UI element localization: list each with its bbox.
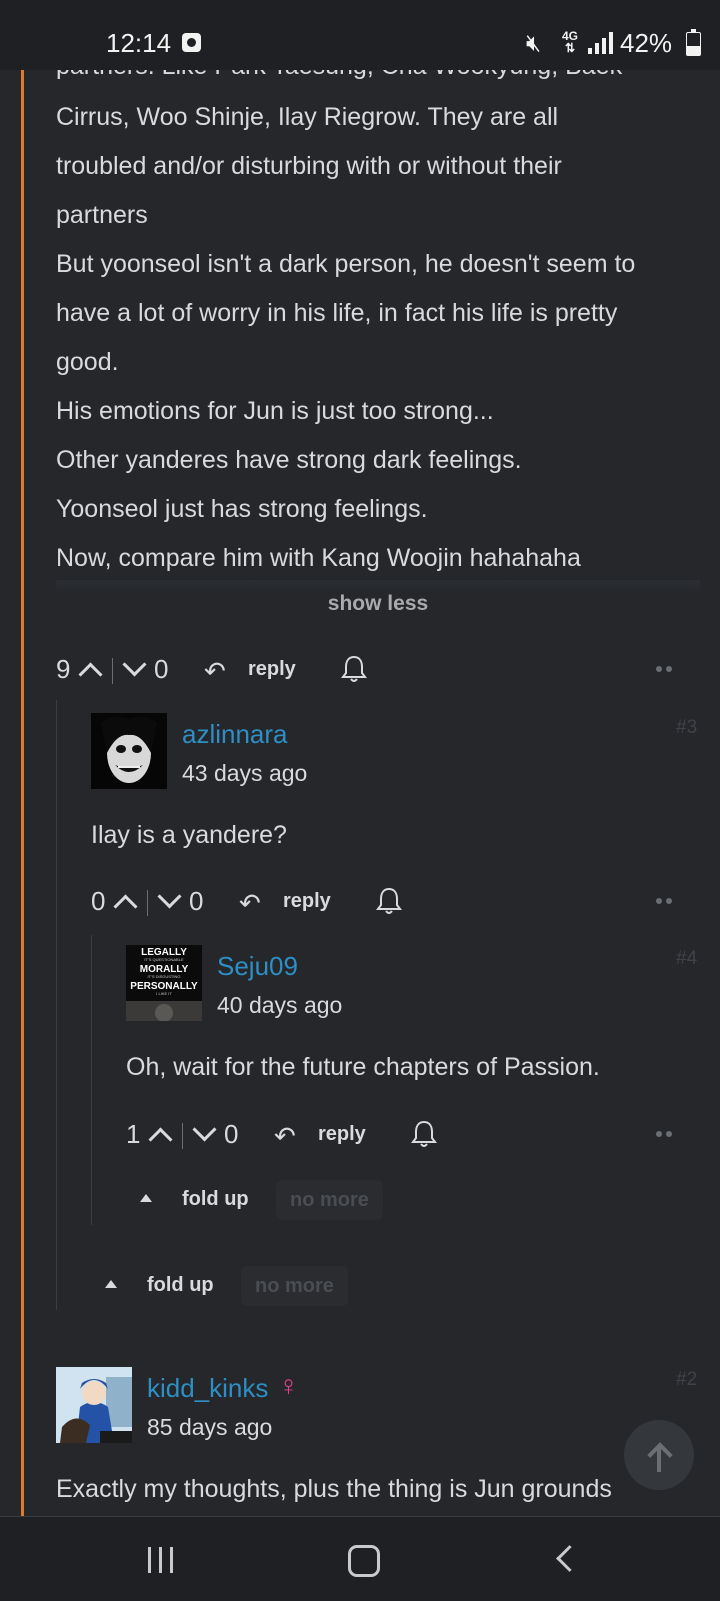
svg-text:IT'S QUESTIONABLE: IT'S QUESTIONABLE	[144, 957, 184, 962]
comment-number: #2	[676, 1369, 698, 1390]
comment-body: Oh, wait for the future chapters of Pass…	[126, 1053, 600, 1081]
svg-text:I LIKE IT: I LIKE IT	[156, 991, 172, 996]
status-icons: 🔇︎ 4G ⇅ 42%	[490, 0, 720, 70]
upvote-count: 0	[91, 886, 106, 916]
text-fade	[56, 580, 700, 592]
navigation-bar	[0, 1516, 720, 1601]
no-more-button: no more	[276, 1180, 383, 1220]
upvote-count: 9	[56, 654, 71, 684]
upvote-icon[interactable]	[113, 894, 138, 919]
nest-line	[91, 935, 92, 1225]
downvote-count: 0	[154, 654, 169, 684]
reply-icon[interactable]: ↶	[204, 656, 226, 687]
comment-actions: 1 0 ↶ reply	[126, 1115, 696, 1155]
signal-icon	[588, 32, 614, 54]
bell-icon[interactable]	[340, 654, 368, 684]
screen-record-icon	[182, 33, 201, 52]
female-icon: ♀	[278, 1370, 299, 1401]
avatar[interactable]	[56, 1367, 132, 1443]
nest-line	[56, 700, 57, 1310]
upvote-icon[interactable]	[148, 1127, 173, 1152]
avatar[interactable]	[91, 713, 167, 789]
reply-button[interactable]: reply	[318, 1123, 366, 1146]
bell-icon[interactable]	[410, 1119, 438, 1149]
comment-date: 43 days ago	[182, 760, 308, 786]
comment-number: #4	[676, 948, 698, 969]
battery-icon	[686, 29, 701, 56]
comment-actions: 0 0 ↶ reply	[91, 882, 696, 922]
home-icon[interactable]	[348, 1545, 380, 1577]
downvote-icon[interactable]	[122, 652, 147, 677]
username-link[interactable]: azlinnara	[182, 719, 288, 750]
reply-button[interactable]: reply	[283, 890, 331, 913]
comment-number: #3	[676, 717, 698, 738]
vote-divider	[112, 658, 113, 684]
username-link[interactable]: kidd_kinks	[147, 1373, 268, 1404]
fold-up-icon[interactable]	[105, 1280, 117, 1288]
upvote-count: 1	[126, 1119, 141, 1149]
username-link[interactable]: Seju09	[217, 951, 298, 982]
recent-apps-icon[interactable]	[148, 1547, 174, 1573]
comment-actions: 9 0 ↶ reply	[56, 650, 696, 690]
downvote-count: 0	[189, 886, 204, 916]
vote-divider	[147, 890, 148, 916]
avatar[interactable]: LEGALLY IT'S QUESTIONABLE MORALLY IT'S D…	[126, 945, 202, 1021]
comment-body: Exactly my thoughts, plus the thing is J…	[56, 1475, 612, 1503]
comments-area[interactable]: partners. Like Park Taesung, Cha Wookyun…	[0, 0, 720, 1516]
fold-up-icon[interactable]	[140, 1194, 152, 1202]
comment-body: Ilay is a yandere?	[91, 821, 287, 849]
back-icon[interactable]	[556, 1545, 583, 1572]
vote-divider	[182, 1123, 183, 1149]
fold-up-row: fold up no more	[105, 1266, 365, 1306]
status-bar: 12:14 🔇︎ 4G ⇅ 42%	[0, 0, 720, 70]
fold-up-button[interactable]: fold up	[147, 1274, 214, 1297]
mute-icon: 🔇︎	[526, 30, 542, 57]
bell-icon[interactable]	[375, 886, 403, 916]
network-type-icon: 4G ⇅	[562, 29, 579, 55]
comment-text: Cirrus, Woo Shinje, Ilay Riegrow. They a…	[56, 103, 636, 572]
reply-icon[interactable]: ↶	[274, 1121, 296, 1152]
thread-line	[21, 60, 24, 1516]
comment-date: 40 days ago	[217, 992, 343, 1018]
battery-percent: 42%	[620, 28, 673, 58]
svg-text:IT'S DISGUSTING: IT'S DISGUSTING	[148, 974, 181, 979]
reply-button[interactable]: reply	[248, 658, 296, 681]
status-time: 12:14	[106, 28, 172, 58]
fold-up-row: fold up no more	[140, 1180, 400, 1220]
reply-icon[interactable]: ↶	[239, 888, 261, 919]
upvote-icon[interactable]	[78, 662, 103, 687]
scroll-to-top-button[interactable]	[624, 1420, 694, 1490]
no-more-button: no more	[241, 1266, 348, 1306]
fold-up-button[interactable]: fold up	[182, 1188, 249, 1211]
downvote-icon[interactable]	[157, 884, 182, 909]
downvote-icon[interactable]	[192, 1117, 217, 1142]
comment-date: 85 days ago	[147, 1414, 273, 1440]
show-less-button[interactable]: show less	[0, 592, 720, 616]
downvote-count: 0	[224, 1119, 239, 1149]
